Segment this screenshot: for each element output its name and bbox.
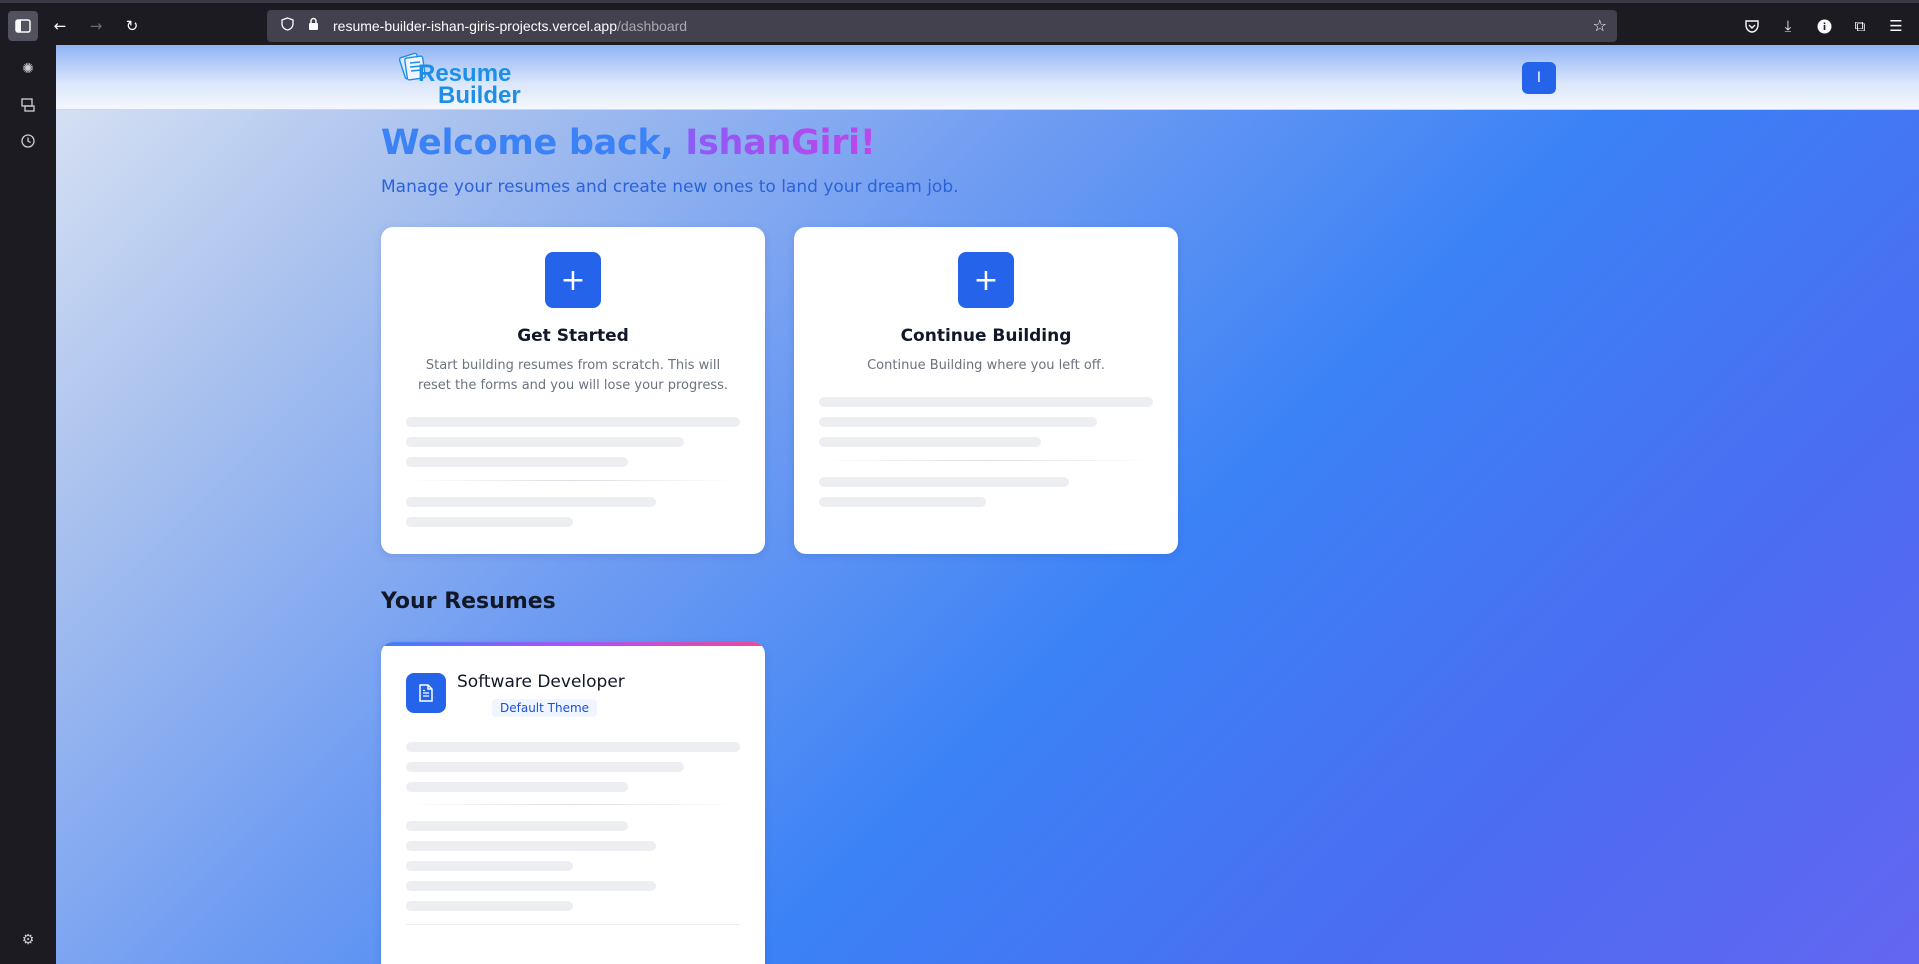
chevron-down-icon[interactable]: ⌄: [1566, 69, 1575, 82]
card-divider: [406, 924, 740, 925]
user-avatar-button[interactable]: I: [1522, 62, 1556, 94]
welcome-subtitle: Manage your resumes and create new ones …: [381, 177, 959, 197]
shield-icon[interactable]: [281, 17, 294, 35]
skeleton-line: [819, 417, 1097, 427]
skeleton-line: [406, 457, 628, 467]
menu-icon[interactable]: ☰: [1881, 11, 1911, 41]
skeleton-line: [406, 841, 656, 851]
skeleton-line: [819, 437, 1041, 447]
plus-icon[interactable]: +: [545, 252, 601, 308]
logo-line-2: Builder: [438, 82, 521, 109]
skeleton-line: [406, 821, 628, 831]
skeleton-line: [406, 762, 684, 772]
skeleton-line: [819, 477, 1069, 487]
info-icon[interactable]: [1809, 11, 1839, 41]
welcome-heading: Welcome back, IshanGiri!: [381, 123, 876, 163]
card-desc-get-started: Start building resumes from scratch. Thi…: [417, 358, 729, 393]
logo-text: Resume Builder: [418, 62, 521, 109]
history-icon[interactable]: [18, 131, 38, 151]
skeleton-divider: [406, 480, 740, 481]
skeleton-line: [406, 517, 573, 527]
url-path: /dashboard: [617, 18, 688, 34]
forward-icon[interactable]: →: [81, 11, 111, 41]
get-started-card[interactable]: + Get Started Start building resumes fro…: [381, 227, 765, 554]
skeleton-line: [819, 497, 986, 507]
synced-tabs-icon[interactable]: [18, 95, 38, 115]
skeleton-divider: [406, 804, 740, 805]
your-resumes-heading: Your Resumes: [381, 589, 556, 614]
pocket-icon[interactable]: [1737, 11, 1767, 41]
skeleton-line: [406, 901, 573, 911]
resume-title[interactable]: Software Developer: [457, 672, 625, 692]
reload-icon[interactable]: ↻: [117, 11, 147, 41]
card-title-get-started: Get Started: [517, 326, 629, 346]
sidebar-toggle-icon[interactable]: [8, 11, 38, 41]
browser-toolbar: ← → ↻ resume-builder-ishan-giris-project…: [0, 0, 1919, 45]
document-icon: [406, 673, 446, 713]
url-host: resume-builder-ishan-giris-projects.verc…: [333, 18, 617, 34]
url-bar[interactable]: resume-builder-ishan-giris-projects.verc…: [267, 10, 1617, 42]
skeleton-divider: [819, 460, 1153, 461]
browser-sidebar: ✺ ⚙: [0, 45, 56, 964]
settings-gear-icon[interactable]: ⚙: [18, 930, 38, 950]
bookmark-star-icon[interactable]: ☆: [1593, 16, 1607, 35]
resume-builder-logo[interactable]: Resume Builder: [394, 47, 521, 108]
skeleton-line: [819, 397, 1153, 407]
continue-building-card[interactable]: + Continue Building Continue Building wh…: [794, 227, 1178, 554]
card-desc-continue-building: Continue Building where you left off.: [867, 358, 1105, 373]
skeleton-line: [406, 417, 740, 427]
ai-chat-icon[interactable]: ✺: [18, 59, 38, 79]
site-header: Resume Builder I ⌄: [56, 45, 1919, 110]
downloads-icon[interactable]: ⤓: [1773, 11, 1803, 41]
skeleton-line: [406, 497, 656, 507]
resume-card[interactable]: Software Developer Default Theme: [381, 642, 765, 964]
skeleton-line: [406, 861, 573, 871]
welcome-prefix: Welcome back,: [381, 123, 686, 163]
skeleton-line: [406, 437, 684, 447]
plus-icon[interactable]: +: [958, 252, 1014, 308]
back-icon[interactable]: ←: [45, 11, 75, 41]
resume-card-accent-bar: [381, 642, 765, 646]
extensions-icon[interactable]: ⧉: [1845, 11, 1875, 41]
skeleton-line: [406, 742, 740, 752]
skeleton-line: [406, 881, 656, 891]
skeleton-line: [406, 782, 628, 792]
page-viewport: Resume Builder I ⌄ Welcome back, IshanGi…: [56, 45, 1919, 964]
welcome-user-name: IshanGiri!: [685, 123, 876, 163]
lock-icon[interactable]: [308, 17, 319, 35]
card-title-continue-building: Continue Building: [900, 326, 1072, 346]
theme-badge: Default Theme: [492, 699, 598, 717]
